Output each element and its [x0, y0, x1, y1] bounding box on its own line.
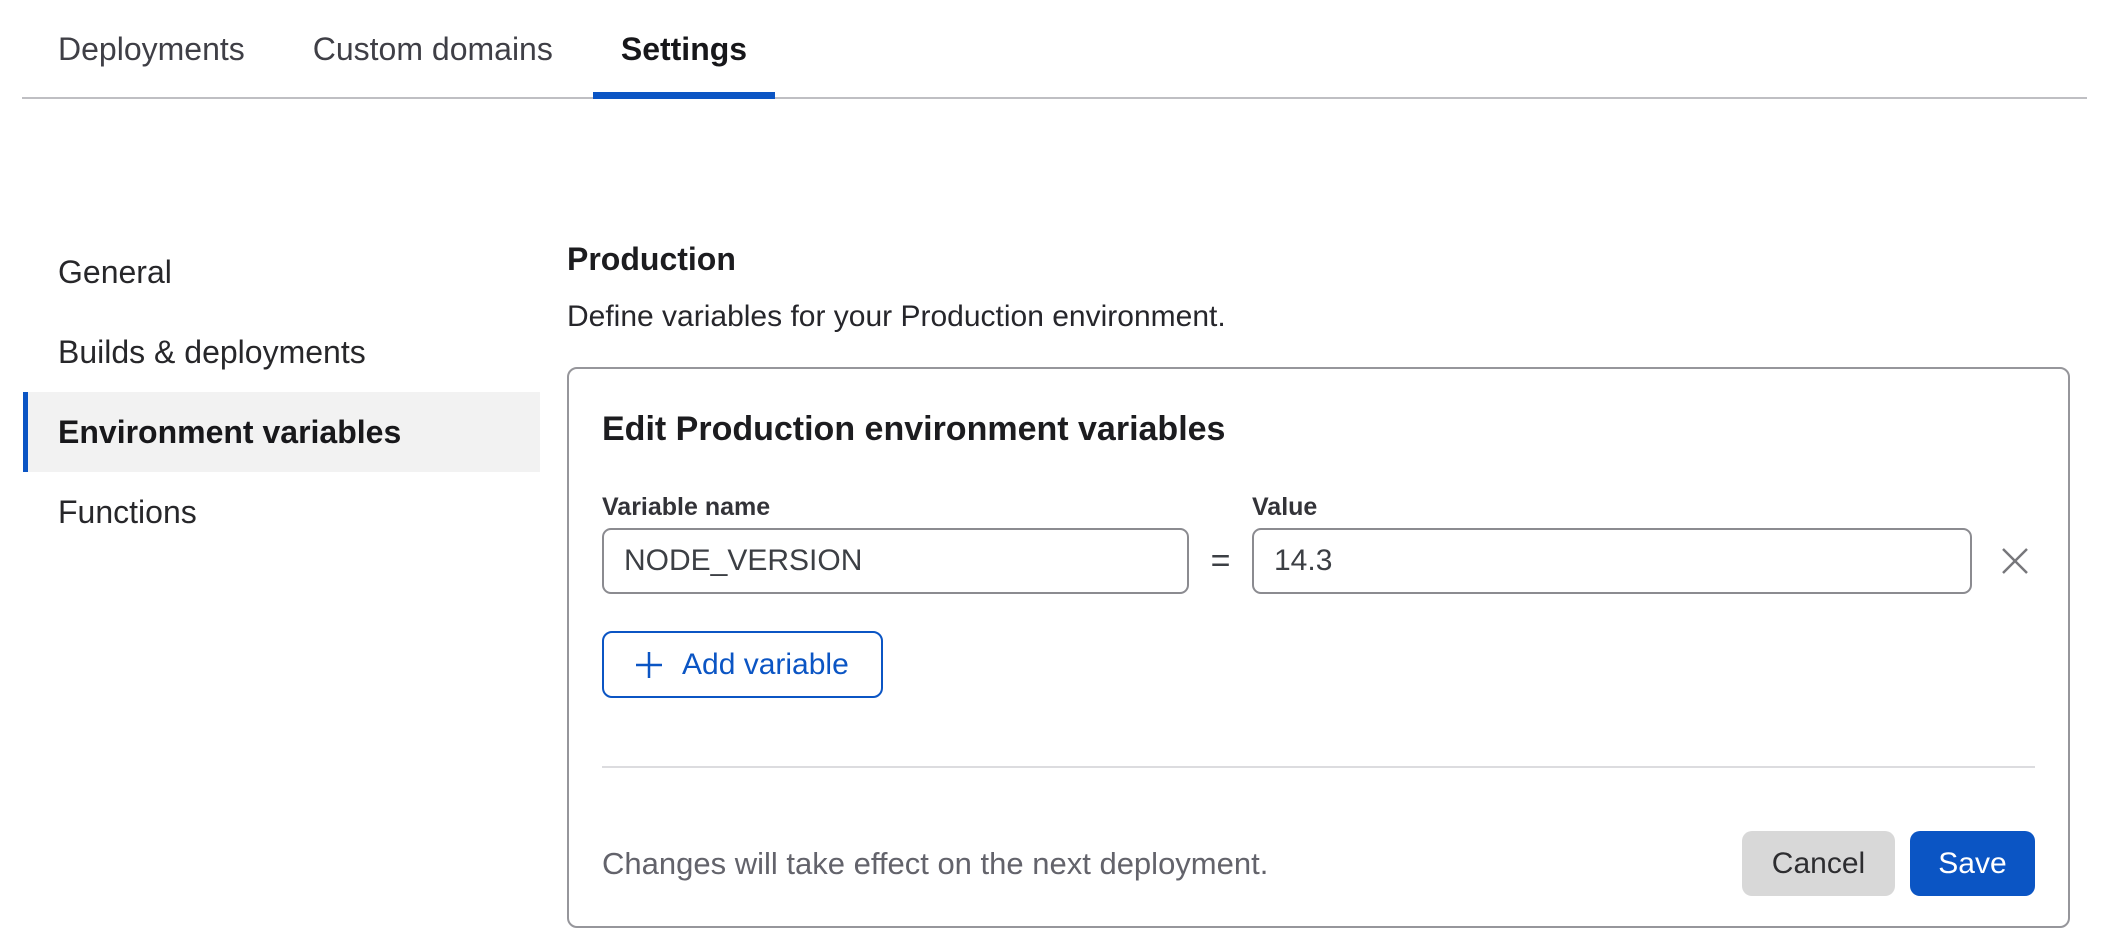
tab-deployments[interactable]: Deployments — [30, 0, 273, 99]
tab-label: Custom domains — [313, 31, 553, 68]
sidebar-item-label: Environment variables — [58, 414, 401, 451]
equals-sign: = — [1189, 542, 1252, 581]
sidebar-item-functions[interactable]: Functions — [23, 472, 540, 552]
tab-bar: Deployments Custom domains Settings — [0, 0, 2121, 99]
deployment-note: Changes will take effect on the next dep… — [602, 846, 1742, 882]
add-variable-button[interactable]: Add variable — [602, 631, 883, 698]
sidebar-item-label: General — [58, 254, 172, 291]
main-panel: Production Define variables for your Pro… — [567, 99, 2070, 928]
sidebar-item-environment-variables[interactable]: Environment variables — [23, 392, 540, 472]
remove-variable-button[interactable] — [1995, 541, 2035, 581]
tab-custom-domains[interactable]: Custom domains — [285, 0, 581, 99]
save-button[interactable]: Save — [1910, 831, 2035, 896]
tab-settings[interactable]: Settings — [593, 0, 775, 99]
page-title: Production — [567, 240, 2070, 278]
sidebar-item-label: Functions — [58, 494, 197, 531]
plus-icon — [634, 650, 664, 680]
variable-row: = — [602, 528, 2035, 594]
field-labels-row: Variable name Value — [602, 492, 2035, 522]
variable-name-input[interactable] — [602, 528, 1189, 594]
card-title: Edit Production environment variables — [602, 409, 2035, 449]
variable-name-label: Variable name — [602, 492, 1252, 522]
card-footer-divider — [602, 766, 2035, 768]
settings-sidebar: General Builds & deployments Environment… — [0, 99, 540, 552]
environment-variables-card: Edit Production environment variables Va… — [567, 367, 2070, 928]
close-icon — [1998, 544, 2032, 578]
content-area: General Builds & deployments Environment… — [0, 99, 2121, 928]
cancel-button[interactable]: Cancel — [1742, 831, 1895, 896]
variable-value-input[interactable] — [1252, 528, 1972, 594]
sidebar-item-label: Builds & deployments — [58, 334, 366, 371]
value-label: Value — [1252, 492, 1317, 522]
add-variable-label: Add variable — [682, 648, 849, 682]
tab-label: Settings — [621, 31, 747, 68]
page-subtitle: Define variables for your Production env… — [567, 299, 2070, 335]
card-footer: Changes will take effect on the next dep… — [602, 831, 2035, 896]
sidebar-item-general[interactable]: General — [23, 232, 540, 312]
sidebar-item-builds-deployments[interactable]: Builds & deployments — [23, 312, 540, 392]
tab-label: Deployments — [58, 31, 245, 68]
